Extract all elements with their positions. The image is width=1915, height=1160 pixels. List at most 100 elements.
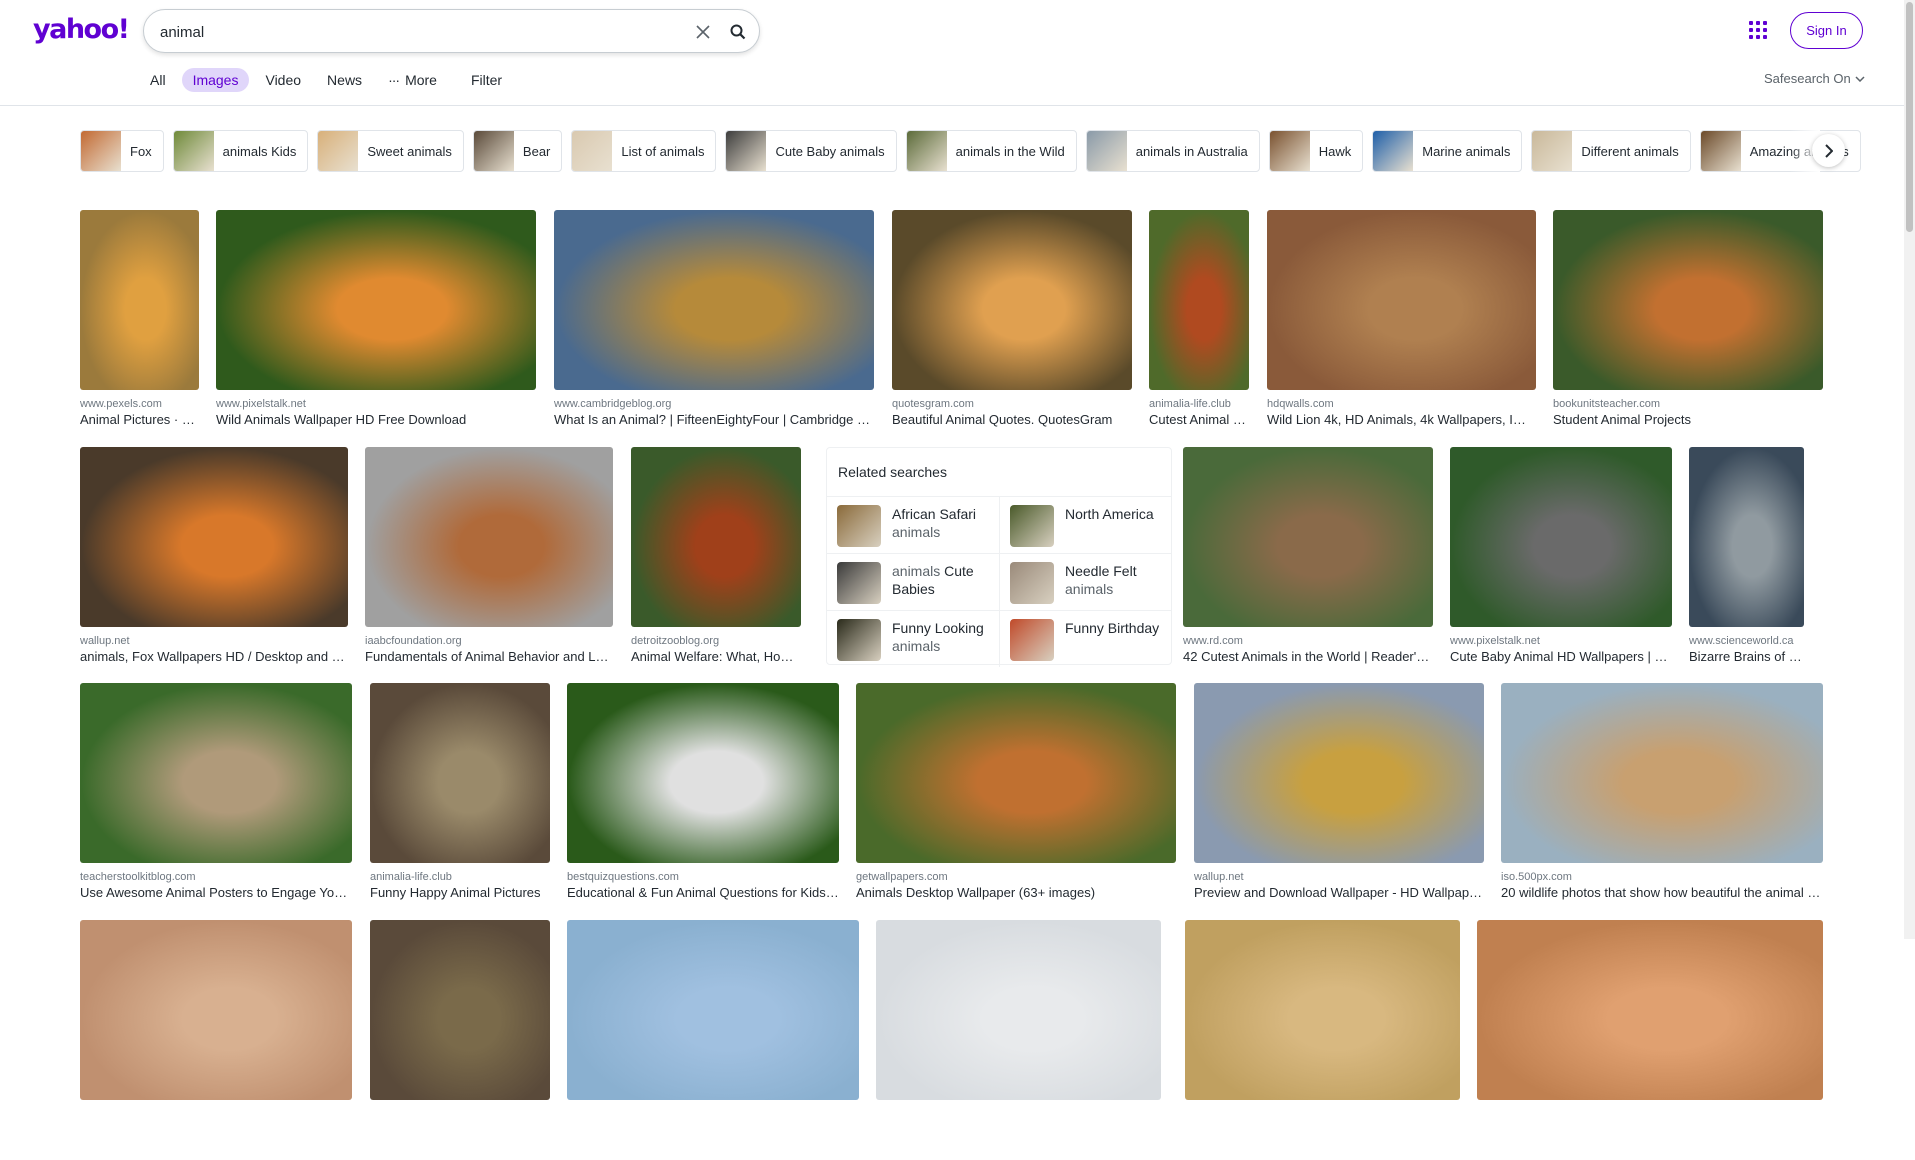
image-result-card[interactable]: iaabcfoundation.org Fundamentals of Anima… bbox=[365, 447, 613, 687]
related-search-item[interactable]: animals Cute Babies bbox=[827, 553, 999, 610]
search-input[interactable] bbox=[160, 21, 680, 43]
result-title[interactable]: animals, Fox Wallpapers HD / Desktop and… bbox=[80, 649, 348, 664]
related-pill[interactable]: Sweet animals bbox=[317, 130, 464, 172]
result-thumbnail[interactable] bbox=[370, 683, 550, 863]
result-thumbnail[interactable] bbox=[567, 683, 839, 863]
image-result-card[interactable] bbox=[876, 920, 1161, 1160]
result-title[interactable]: Educational & Fun Animal Questions for K… bbox=[567, 885, 839, 900]
result-thumbnail[interactable] bbox=[1185, 920, 1460, 1100]
related-pill[interactable]: Marine animals bbox=[1372, 130, 1523, 172]
result-thumbnail[interactable] bbox=[1267, 210, 1536, 390]
result-thumbnail[interactable] bbox=[80, 920, 352, 1100]
image-result-card[interactable]: teacherstoolkitblog.com Use Awesome Anima… bbox=[80, 683, 352, 923]
result-thumbnail[interactable] bbox=[631, 447, 801, 627]
result-thumbnail[interactable] bbox=[1501, 683, 1823, 863]
image-result-card[interactable]: iso.500px.com 20 wildlife photos that sho… bbox=[1501, 683, 1823, 923]
tab-more[interactable]: ··· More bbox=[388, 68, 437, 92]
image-result-card[interactable]: www.rd.com 42 Cutest Animals in the World… bbox=[1183, 447, 1433, 687]
image-result-card[interactable]: www.pixelstalk.net Wild Animals Wallpaper… bbox=[216, 210, 536, 450]
related-pill[interactable]: Different animals bbox=[1531, 130, 1691, 172]
result-thumbnail[interactable] bbox=[892, 210, 1132, 390]
related-pill[interactable]: Bear bbox=[472, 130, 563, 172]
related-search-item[interactable]: North America bbox=[999, 496, 1171, 553]
result-thumbnail[interactable] bbox=[1149, 210, 1249, 390]
result-title[interactable]: Animals Desktop Wallpaper (63+ images) bbox=[856, 885, 1176, 900]
result-title[interactable]: Student Animal Projects bbox=[1553, 412, 1823, 427]
image-result-card[interactable]: detroitzooblog.org Animal Welfare: What, … bbox=[631, 447, 801, 687]
related-pill[interactable]: animals in Australia bbox=[1085, 130, 1260, 172]
result-title[interactable]: What Is an Animal? | FifteenEightyFour |… bbox=[554, 412, 874, 427]
tab-images[interactable]: Images bbox=[181, 68, 250, 92]
result-thumbnail[interactable] bbox=[370, 920, 550, 1100]
tab-all[interactable]: All bbox=[150, 68, 166, 92]
result-title[interactable]: 42 Cutest Animals in the World | Reader'… bbox=[1183, 649, 1433, 664]
image-result-card[interactable] bbox=[1477, 920, 1823, 1160]
result-title[interactable]: Funny Happy Animal Pictures bbox=[370, 885, 550, 900]
related-pill[interactable]: Fox bbox=[80, 130, 164, 172]
result-title[interactable]: 20 wildlife photos that show how beautif… bbox=[1501, 885, 1823, 900]
related-pill[interactable]: Hawk bbox=[1268, 130, 1364, 172]
related-pill[interactable]: Cute Baby animals bbox=[725, 130, 897, 172]
related-search-item[interactable]: Funny Birthday bbox=[999, 610, 1171, 667]
result-thumbnail[interactable] bbox=[876, 920, 1161, 1100]
result-title[interactable]: Wild Animals Wallpaper HD Free Download bbox=[216, 412, 536, 427]
result-title[interactable]: Beautiful Animal Quotes. QuotesGram bbox=[892, 412, 1132, 427]
result-title[interactable]: Animal Welfare: What, How and Why bbox=[631, 649, 801, 664]
image-result-card[interactable]: www.cambridgeblog.org What Is an Animal? … bbox=[554, 210, 874, 450]
safesearch-dropdown[interactable]: Safesearch On bbox=[1764, 71, 1865, 86]
image-result-card[interactable] bbox=[80, 920, 352, 1160]
image-result-card[interactable] bbox=[1185, 920, 1460, 1160]
yahoo-logo[interactable]: yahoo! bbox=[33, 14, 130, 45]
related-search-item[interactable]: Needle Felt animals bbox=[999, 553, 1171, 610]
clear-search-button[interactable] bbox=[692, 21, 714, 43]
image-result-card[interactable]: hdqwalls.com Wild Lion 4k, HD Animals, 4k… bbox=[1267, 210, 1536, 450]
result-thumbnail[interactable] bbox=[1553, 210, 1823, 390]
pills-next-button[interactable] bbox=[1812, 134, 1845, 167]
image-result-card[interactable]: www.pixelstalk.net Cute Baby Animal HD Wa… bbox=[1450, 447, 1672, 687]
result-thumbnail[interactable] bbox=[1689, 447, 1804, 627]
related-pill[interactable]: animals Kids bbox=[172, 130, 309, 172]
result-title[interactable]: Bizarre Brains of the Animal Kingdom bbox=[1689, 649, 1804, 664]
result-thumbnail[interactable] bbox=[1194, 683, 1484, 863]
result-thumbnail[interactable] bbox=[365, 447, 613, 627]
result-thumbnail[interactable] bbox=[80, 210, 199, 390]
result-thumbnail[interactable] bbox=[1477, 920, 1823, 1100]
result-title[interactable]: Wild Lion 4k, HD Animals, 4k Wallpapers,… bbox=[1267, 412, 1536, 427]
image-result-card[interactable]: www.pexels.com Animal Pictures · Pexels ·… bbox=[80, 210, 199, 450]
result-thumbnail[interactable] bbox=[80, 447, 348, 627]
image-result-card[interactable]: quotesgram.com Beautiful Animal Quotes. Q… bbox=[892, 210, 1132, 450]
related-pill[interactable]: animals in the Wild bbox=[905, 130, 1077, 172]
image-result-card[interactable]: bestquizquestions.com Educational & Fun A… bbox=[567, 683, 839, 923]
image-result-card[interactable]: getwallpapers.com Animals Desktop Wallpap… bbox=[856, 683, 1176, 923]
result-title[interactable]: Cute Baby Animal HD Wallpapers | PixelsT… bbox=[1450, 649, 1672, 664]
image-result-card[interactable]: wallup.net animals, Fox Wallpapers HD / D… bbox=[80, 447, 348, 687]
related-search-item[interactable]: Funny Looking animals bbox=[827, 610, 999, 667]
search-button[interactable] bbox=[727, 21, 749, 43]
image-result-card[interactable]: animalia-life.club Funny Happy Animal Pic… bbox=[370, 683, 550, 923]
tab-news[interactable]: News bbox=[327, 68, 362, 92]
tab-video[interactable]: Video bbox=[265, 68, 301, 92]
result-thumbnail[interactable] bbox=[1450, 447, 1672, 627]
image-result-card[interactable]: animalia-life.club Cutest Animal Pictures bbox=[1149, 210, 1249, 450]
image-result-card[interactable]: www.scienceworld.ca Bizarre Brains of the… bbox=[1689, 447, 1804, 687]
result-thumbnail[interactable] bbox=[80, 683, 352, 863]
result-thumbnail[interactable] bbox=[567, 920, 859, 1100]
related-pill[interactable]: List of animals bbox=[571, 130, 717, 172]
image-result-card[interactable]: bookunitsteacher.com Student Animal Proje… bbox=[1553, 210, 1823, 450]
result-title[interactable]: Use Awesome Animal Posters to Engage You… bbox=[80, 885, 352, 900]
image-result-card[interactable]: wallup.net Preview and Download Wallpaper… bbox=[1194, 683, 1484, 923]
image-result-card[interactable] bbox=[567, 920, 859, 1160]
image-result-card[interactable] bbox=[370, 920, 550, 1160]
result-thumbnail[interactable] bbox=[216, 210, 536, 390]
result-thumbnail[interactable] bbox=[1183, 447, 1433, 627]
apps-grid-icon[interactable] bbox=[1747, 21, 1771, 41]
result-thumbnail[interactable] bbox=[856, 683, 1176, 863]
related-search-item[interactable]: African Safari animals bbox=[827, 496, 999, 553]
scrollbar-thumb[interactable] bbox=[1906, 2, 1913, 232]
sign-in-button[interactable]: Sign In bbox=[1790, 12, 1863, 49]
filter-button[interactable]: Filter bbox=[471, 68, 502, 92]
result-thumbnail[interactable] bbox=[554, 210, 874, 390]
result-title[interactable]: Preview and Download Wallpaper - HD Wall… bbox=[1194, 885, 1484, 900]
result-title[interactable]: Animal Pictures · Pexels · Free Stock Ph… bbox=[80, 412, 199, 427]
result-title[interactable]: Cutest Animal Pictures bbox=[1149, 412, 1249, 427]
